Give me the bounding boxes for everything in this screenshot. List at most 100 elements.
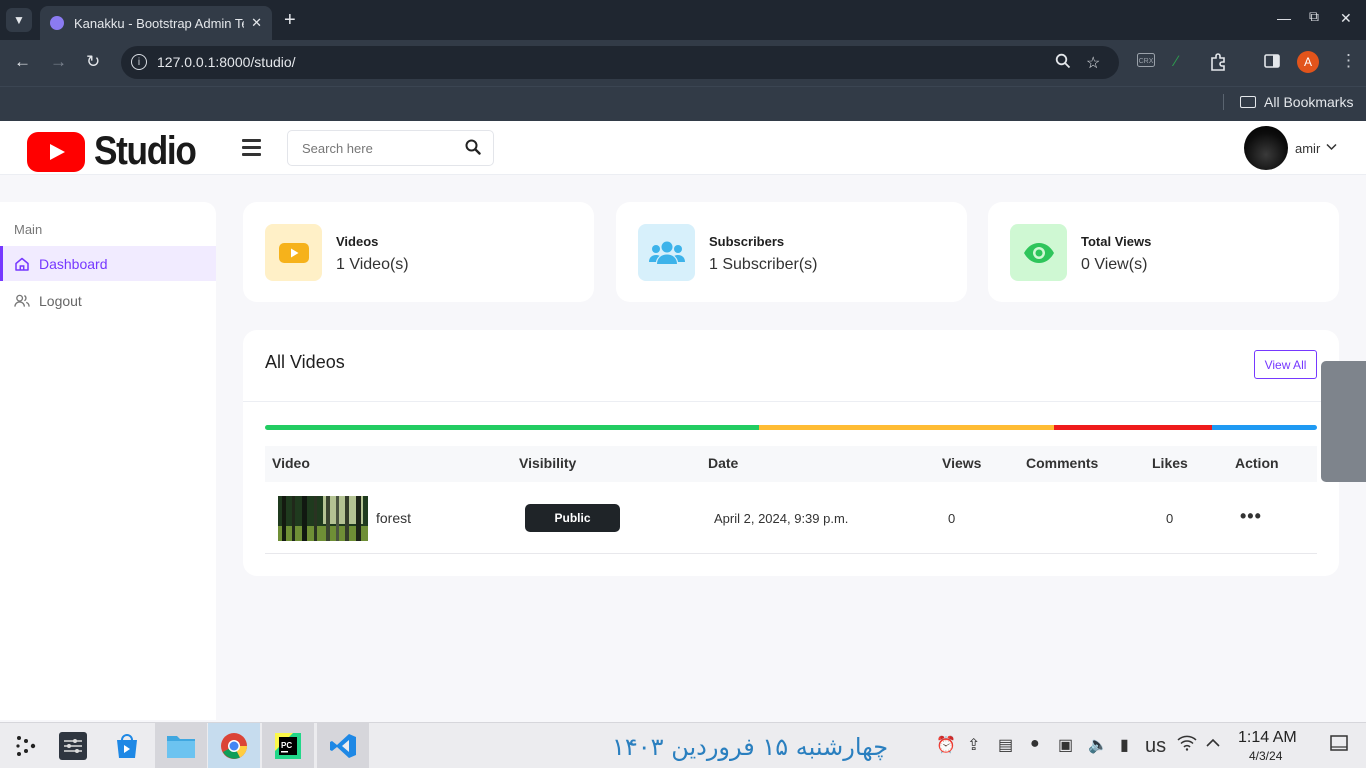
notifications-icon[interactable]: ⏰ <box>936 735 956 755</box>
svg-text:PC: PC <box>281 741 292 750</box>
chevron-up-icon[interactable] <box>1206 735 1220 753</box>
tab-search-button[interactable]: ▼ <box>6 8 32 32</box>
new-tab-icon[interactable]: + <box>284 9 296 31</box>
search-icon[interactable] <box>465 139 481 160</box>
users-icon <box>14 293 30 309</box>
all-bookmarks-button[interactable]: All Bookmarks <box>1240 94 1353 110</box>
wifi-icon[interactable] <box>1177 735 1197 756</box>
clipboard-icon[interactable]: ▤ <box>998 735 1013 755</box>
browser-tab[interactable]: Kanakku - Bootstrap Admin Template ✕ <box>40 6 272 40</box>
tab-close-icon[interactable]: ✕ <box>251 15 262 31</box>
column-header: Views <box>942 455 982 471</box>
search-input[interactable] <box>289 132 449 164</box>
column-header: Date <box>708 455 739 471</box>
clock-date[interactable]: 4/3/24 <box>1249 749 1282 763</box>
eye-icon <box>1010 224 1067 281</box>
column-header: Visibility <box>519 455 577 471</box>
night-light-icon[interactable]: ● <box>1030 735 1040 753</box>
forward-icon[interactable]: → <box>50 52 67 72</box>
discover-store-icon[interactable] <box>101 723 153 768</box>
pycharm-icon[interactable]: PC <box>262 723 314 768</box>
stat-value: 1 Video(s) <box>336 256 409 273</box>
window-close-icon[interactable]: ✕ <box>1340 10 1352 27</box>
app-header: Studio amir <box>0 121 1366 175</box>
stat-card-subscribers: Subscribers 1 Subscriber(s) <box>616 202 967 302</box>
sidebar-item-logout[interactable]: Logout <box>0 283 216 318</box>
column-header: Likes <box>1152 455 1188 471</box>
chrome-icon[interactable] <box>208 723 260 768</box>
settings-drawer-tab[interactable] <box>1321 361 1366 482</box>
tab-title: Kanakku - Bootstrap Admin Template <box>74 15 244 31</box>
column-header: Action <box>1235 455 1279 471</box>
chevron-down-icon[interactable] <box>1326 142 1337 154</box>
users-icon <box>638 224 695 281</box>
sidebar-item-label: Logout <box>39 292 82 309</box>
stat-value: 0 View(s) <box>1081 256 1148 273</box>
card-title: All Videos <box>265 352 345 372</box>
vscode-icon[interactable] <box>317 723 369 768</box>
stat-card-total-views: Total Views 0 View(s) <box>988 202 1339 302</box>
volume-icon[interactable]: 🔈 <box>1088 735 1108 755</box>
battery-icon[interactable]: ▮ <box>1120 735 1129 755</box>
stat-card-videos: Videos 1 Video(s) <box>243 202 594 302</box>
view-all-button[interactable]: View All <box>1254 350 1317 379</box>
folder-icon <box>1240 96 1256 108</box>
sidebar-item-label: Dashboard <box>39 255 108 272</box>
taskbar: PC چهارشنبه ۱۵ فروردین ۱۴۰۳ ⏰ ⇪ ▤ ● ▣ 🔈 … <box>0 722 1366 768</box>
search-box <box>287 130 494 166</box>
user-avatar[interactable] <box>1244 126 1288 170</box>
all-bookmarks-label: All Bookmarks <box>1264 94 1354 110</box>
browser-toolbar: ← → ↻ i 127.0.0.1:8000/studio/ ☆ CRX ∕ A… <box>0 40 1366 86</box>
url-text[interactable]: 127.0.0.1:8000/studio/ <box>157 54 296 70</box>
reload-icon[interactable]: ↻ <box>86 52 100 72</box>
progress-segment <box>759 425 1054 430</box>
updates-icon[interactable]: ⇪ <box>967 735 980 755</box>
site-info-icon[interactable]: i <box>131 54 147 70</box>
user-menu[interactable]: amir <box>1244 126 1337 170</box>
zoom-search-icon[interactable] <box>1055 53 1071 74</box>
video-views: 0 <box>948 511 956 526</box>
bookmarks-separator <box>1223 94 1224 110</box>
keyboard-layout[interactable]: us <box>1145 735 1166 758</box>
minimize-icon[interactable]: — <box>1277 10 1291 26</box>
maximize-icon[interactable]: ⧉ <box>1309 8 1319 25</box>
show-desktop-icon[interactable] <box>1330 735 1348 756</box>
back-icon[interactable]: ← <box>14 52 31 72</box>
clock-time[interactable]: 1:14 AM <box>1238 729 1297 747</box>
extension-icon[interactable]: ∕ <box>1175 53 1178 70</box>
stat-title: Subscribers <box>709 234 785 249</box>
menu-toggle-icon[interactable] <box>242 139 261 160</box>
video-name[interactable]: forest <box>376 510 411 526</box>
sidebar-section-label: Main <box>14 222 43 237</box>
stat-title: Videos <box>336 234 379 249</box>
video-date: April 2, 2024, 9:39 p.m. <box>714 511 849 526</box>
sidebar: Main Dashboard Logout <box>0 202 216 720</box>
extensions-puzzle-icon[interactable] <box>1209 53 1227 75</box>
video-progress-bar <box>265 425 1317 430</box>
column-header: Video <box>272 455 310 471</box>
progress-segment <box>265 425 760 430</box>
video-likes: 0 <box>1166 511 1174 526</box>
app-launcher-icon[interactable] <box>0 723 52 768</box>
youtube-play-logo-icon <box>27 131 85 172</box>
crx-extension-icon[interactable]: CRX <box>1137 53 1155 71</box>
user-name[interactable]: amir <box>1295 141 1320 156</box>
card-divider <box>243 401 1339 402</box>
logo-text: Studio <box>94 129 197 173</box>
profile-avatar[interactable]: A <box>1297 51 1319 73</box>
svg-text:CRX: CRX <box>1139 58 1154 65</box>
address-bar[interactable]: i 127.0.0.1:8000/studio/ ☆ <box>121 46 1119 79</box>
video-thumbnail[interactable] <box>278 496 368 541</box>
system-settings-icon[interactable] <box>47 723 99 768</box>
browser-menu-icon[interactable]: ⋮ <box>1340 51 1357 71</box>
bookmark-star-icon[interactable]: ☆ <box>1086 53 1100 73</box>
disks-icon[interactable]: ▣ <box>1058 735 1073 755</box>
persian-date: چهارشنبه ۱۵ فروردین ۱۴۰۳ <box>612 733 889 761</box>
tab-favicon-icon <box>50 16 64 30</box>
play-icon <box>265 224 322 281</box>
file-manager-icon[interactable] <box>155 723 207 768</box>
side-panel-icon[interactable] <box>1264 53 1280 73</box>
studio-logo[interactable]: Studio <box>27 129 209 174</box>
more-actions-icon[interactable]: ••• <box>1240 507 1262 525</box>
sidebar-item-dashboard[interactable]: Dashboard <box>0 246 216 281</box>
